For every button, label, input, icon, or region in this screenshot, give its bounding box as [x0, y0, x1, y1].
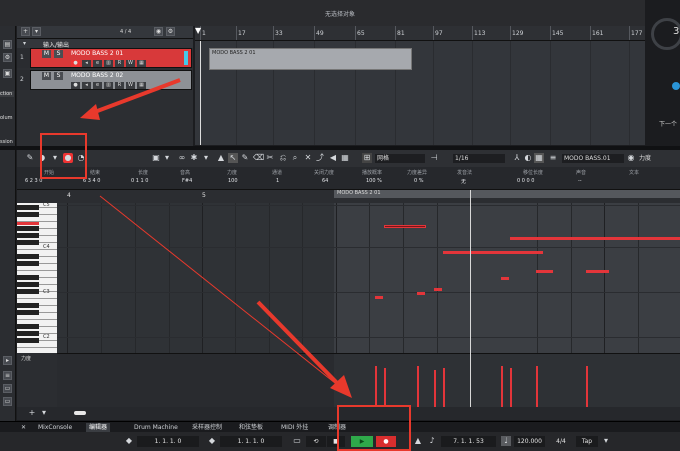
annotation-arrows	[80, 78, 352, 398]
